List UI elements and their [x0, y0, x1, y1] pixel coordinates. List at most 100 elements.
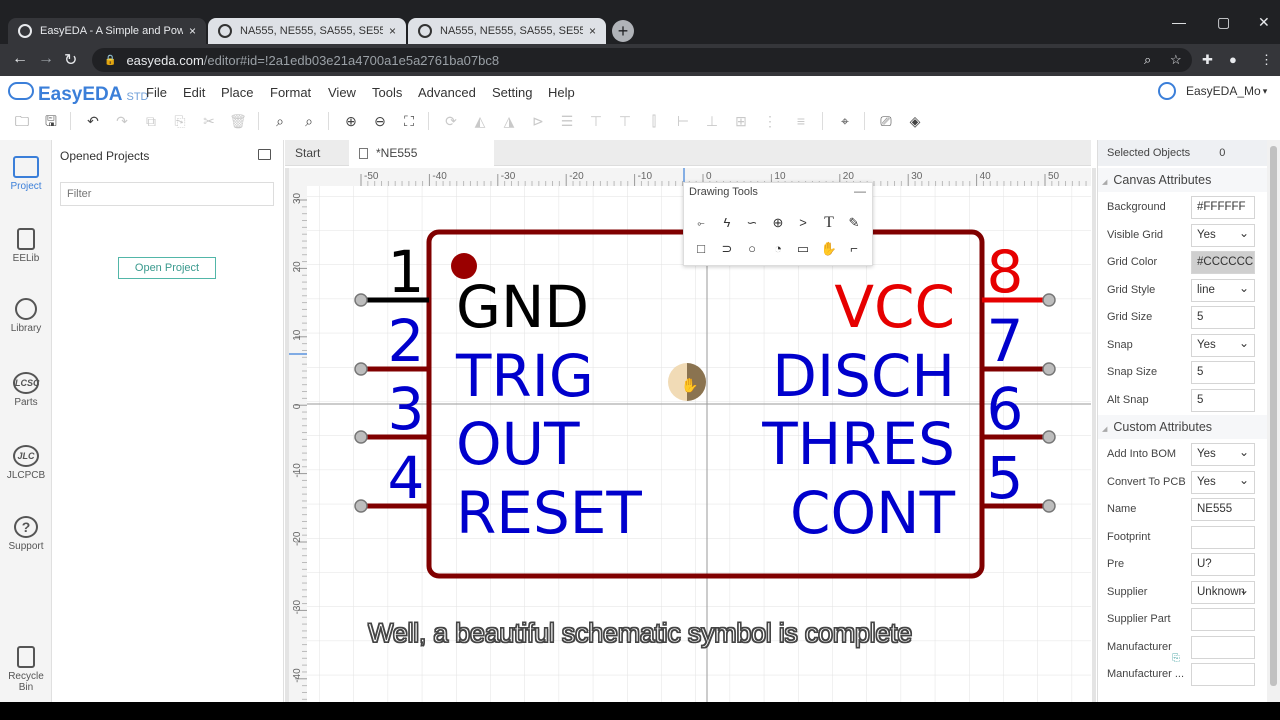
- rail-item-support[interactable]: ? Support: [0, 516, 52, 552]
- attr-value-supplier[interactable]: Unknown: [1191, 580, 1255, 604]
- close-tab-icon[interactable]: ×: [189, 24, 196, 38]
- maximize-window-icon[interactable]: ▢: [1217, 14, 1230, 31]
- tab-ne555[interactable]: *NE555: [349, 140, 494, 166]
- rail-item-project[interactable]: Project: [0, 156, 52, 192]
- minimize-window-icon[interactable]: —: [1172, 14, 1186, 30]
- open-project-button[interactable]: Open Project: [118, 257, 216, 279]
- extensions-puzzle-icon[interactable]: ✚: [1202, 52, 1213, 68]
- browser-tab-easyeda[interactable]: EasyEDA - A Simple and Powe ×: [8, 18, 206, 44]
- attr-value-background[interactable]: #FFFFFF: [1191, 196, 1255, 219]
- pie-tool-icon[interactable]: ◔: [769, 240, 787, 258]
- minimize-palette-icon[interactable]: —: [854, 184, 866, 198]
- pin-endpoint[interactable]: [1042, 499, 1056, 513]
- image-tool-icon[interactable]: ▭: [794, 240, 812, 258]
- url-field[interactable]: 🔒 easyeda.com/editor#id=!2a1edb03e21a470…: [92, 48, 1192, 72]
- pin-endpoint[interactable]: [354, 362, 368, 376]
- close-window-icon[interactable]: ✕: [1258, 14, 1270, 31]
- attr-value-snap[interactable]: Yes: [1191, 333, 1255, 357]
- close-tab-icon[interactable]: ×: [389, 24, 396, 38]
- align-top-icon[interactable]: ⊤: [586, 111, 606, 131]
- delete-icon[interactable]: 🗑: [228, 111, 248, 131]
- attr-value-alt-snap[interactable]: 5: [1191, 388, 1255, 412]
- hand-tool-icon[interactable]: ✋: [820, 240, 838, 258]
- flip-vertical-icon[interactable]: ◮: [499, 111, 519, 131]
- rail-item-library[interactable]: Library: [0, 298, 52, 334]
- reload-icon[interactable]: ↻: [64, 50, 77, 70]
- forward-arrow-icon[interactable]: →: [38, 50, 54, 68]
- circle-tool-icon[interactable]: ○: [743, 240, 761, 258]
- pin-endpoint[interactable]: [354, 499, 368, 513]
- distribute-h-icon[interactable]: ⊞: [731, 111, 751, 131]
- attr-value-supplier-part[interactable]: [1191, 608, 1255, 631]
- pin-endpoint[interactable]: [354, 430, 368, 444]
- menu-view[interactable]: View: [328, 85, 356, 100]
- right-splitter[interactable]: [1092, 168, 1096, 702]
- copy-icon[interactable]: ⧉: [141, 111, 161, 131]
- attr-value-footprint[interactable]: [1191, 525, 1255, 549]
- scrollbar-thumb[interactable]: [1270, 146, 1277, 686]
- align-left-icon[interactable]: ⊳: [528, 111, 548, 131]
- menu-advanced[interactable]: Advanced: [418, 85, 476, 100]
- layers-icon[interactable]: ◈: [905, 111, 925, 131]
- origin-tool-icon[interactable]: ⌐: [845, 240, 863, 258]
- menu-edit[interactable]: Edit: [183, 85, 205, 100]
- pick-tool-icon[interactable]: ⌖: [835, 111, 855, 131]
- filter-input[interactable]: [60, 182, 274, 206]
- rail-item-parts[interactable]: LCSC Parts: [0, 372, 52, 408]
- attr-value-add-into-bom[interactable]: Yes: [1191, 443, 1255, 466]
- arc-tool-icon[interactable]: ∽: [743, 214, 761, 232]
- align-center-v-icon[interactable]: ⊢: [673, 111, 693, 131]
- menu-help[interactable]: Help: [548, 85, 575, 100]
- attr-value-pre[interactable]: U?: [1191, 553, 1255, 576]
- menu-tools[interactable]: Tools: [372, 85, 402, 100]
- pin-endpoint[interactable]: [1042, 362, 1056, 376]
- pencil-tool-icon[interactable]: ✎: [845, 214, 863, 232]
- attr-value-name[interactable]: NE555: [1191, 498, 1255, 521]
- flip-horizontal-icon[interactable]: ◭: [470, 111, 490, 131]
- rotate-icon[interactable]: ⟳: [441, 111, 461, 131]
- browser-menu-icon[interactable]: ⋮: [1260, 52, 1273, 68]
- export-image-icon[interactable]: ⎚: [876, 111, 896, 131]
- distribute-v-icon[interactable]: ⋮: [760, 111, 780, 131]
- rail-item-jlcpcb[interactable]: JLC JLCPCB: [0, 445, 52, 481]
- fit-view-icon[interactable]: ⛶: [399, 111, 419, 131]
- page-scrollbar[interactable]: [1267, 140, 1280, 702]
- attr-value-manufacturer[interactable]: [1191, 663, 1255, 686]
- canvas-attributes-header[interactable]: ◢ Canvas Attributes: [1098, 168, 1267, 192]
- attr-value-snap-size[interactable]: 5: [1191, 361, 1255, 384]
- pin-endpoint[interactable]: [354, 293, 368, 307]
- back-arrow-icon[interactable]: ←: [12, 50, 28, 68]
- pin-tool-icon[interactable]: ⊕: [769, 214, 787, 232]
- attr-value-visible-grid[interactable]: Yes: [1191, 223, 1255, 247]
- bus-tool-icon[interactable]: ϟ: [718, 214, 736, 232]
- align-middle-icon[interactable]: ⊥: [702, 111, 722, 131]
- align-center-h-icon[interactable]: ⫿: [644, 111, 664, 131]
- attr-value-grid-style[interactable]: line: [1191, 278, 1255, 302]
- browser-tab-datasheet-2[interactable]: NA555, NE555, SA555, SE555 ×: [408, 18, 606, 44]
- attr-value-grid-size[interactable]: 5: [1191, 306, 1255, 329]
- menu-format[interactable]: Format: [270, 85, 311, 100]
- open-folder-icon[interactable]: 🗀: [12, 111, 32, 131]
- undo-icon[interactable]: ↶: [83, 111, 103, 131]
- attr-value-convert-to-pcb[interactable]: Yes: [1191, 470, 1255, 494]
- profile-avatar-icon[interactable]: ●: [1229, 52, 1237, 67]
- account-menu[interactable]: EasyEDA_Mo ▾: [1158, 82, 1267, 100]
- browser-tab-datasheet-1[interactable]: NA555, NE555, SA555, SE555 ×: [208, 18, 406, 44]
- arrow-head-tool-icon[interactable]: ⊃: [718, 240, 736, 258]
- wire-tool-icon[interactable]: ⟜: [692, 214, 710, 232]
- cut-icon[interactable]: ✂: [199, 111, 219, 131]
- rail-item-recycle-bin[interactable]: Recycle Bin: [0, 646, 52, 693]
- save-icon[interactable]: 🖫: [41, 111, 61, 131]
- text-tool-icon[interactable]: T: [820, 214, 838, 232]
- align-bottom-icon[interactable]: ⊤: [615, 111, 635, 131]
- align-grid-icon[interactable]: ≡: [791, 111, 811, 131]
- zoom-out-icon[interactable]: ⊖: [370, 111, 390, 131]
- custom-attributes-header[interactable]: ◢ Custom Attributes: [1098, 415, 1267, 439]
- polyline-tool-icon[interactable]: >: [794, 214, 812, 232]
- attr-value-manufacturer[interactable]: [1191, 635, 1255, 659]
- paste-icon[interactable]: ⎘: [170, 111, 190, 131]
- pin-endpoint[interactable]: [1042, 293, 1056, 307]
- folder-icon[interactable]: [258, 149, 271, 160]
- search-icon[interactable]: ⌕: [270, 111, 290, 131]
- pin-endpoint[interactable]: [1042, 430, 1056, 444]
